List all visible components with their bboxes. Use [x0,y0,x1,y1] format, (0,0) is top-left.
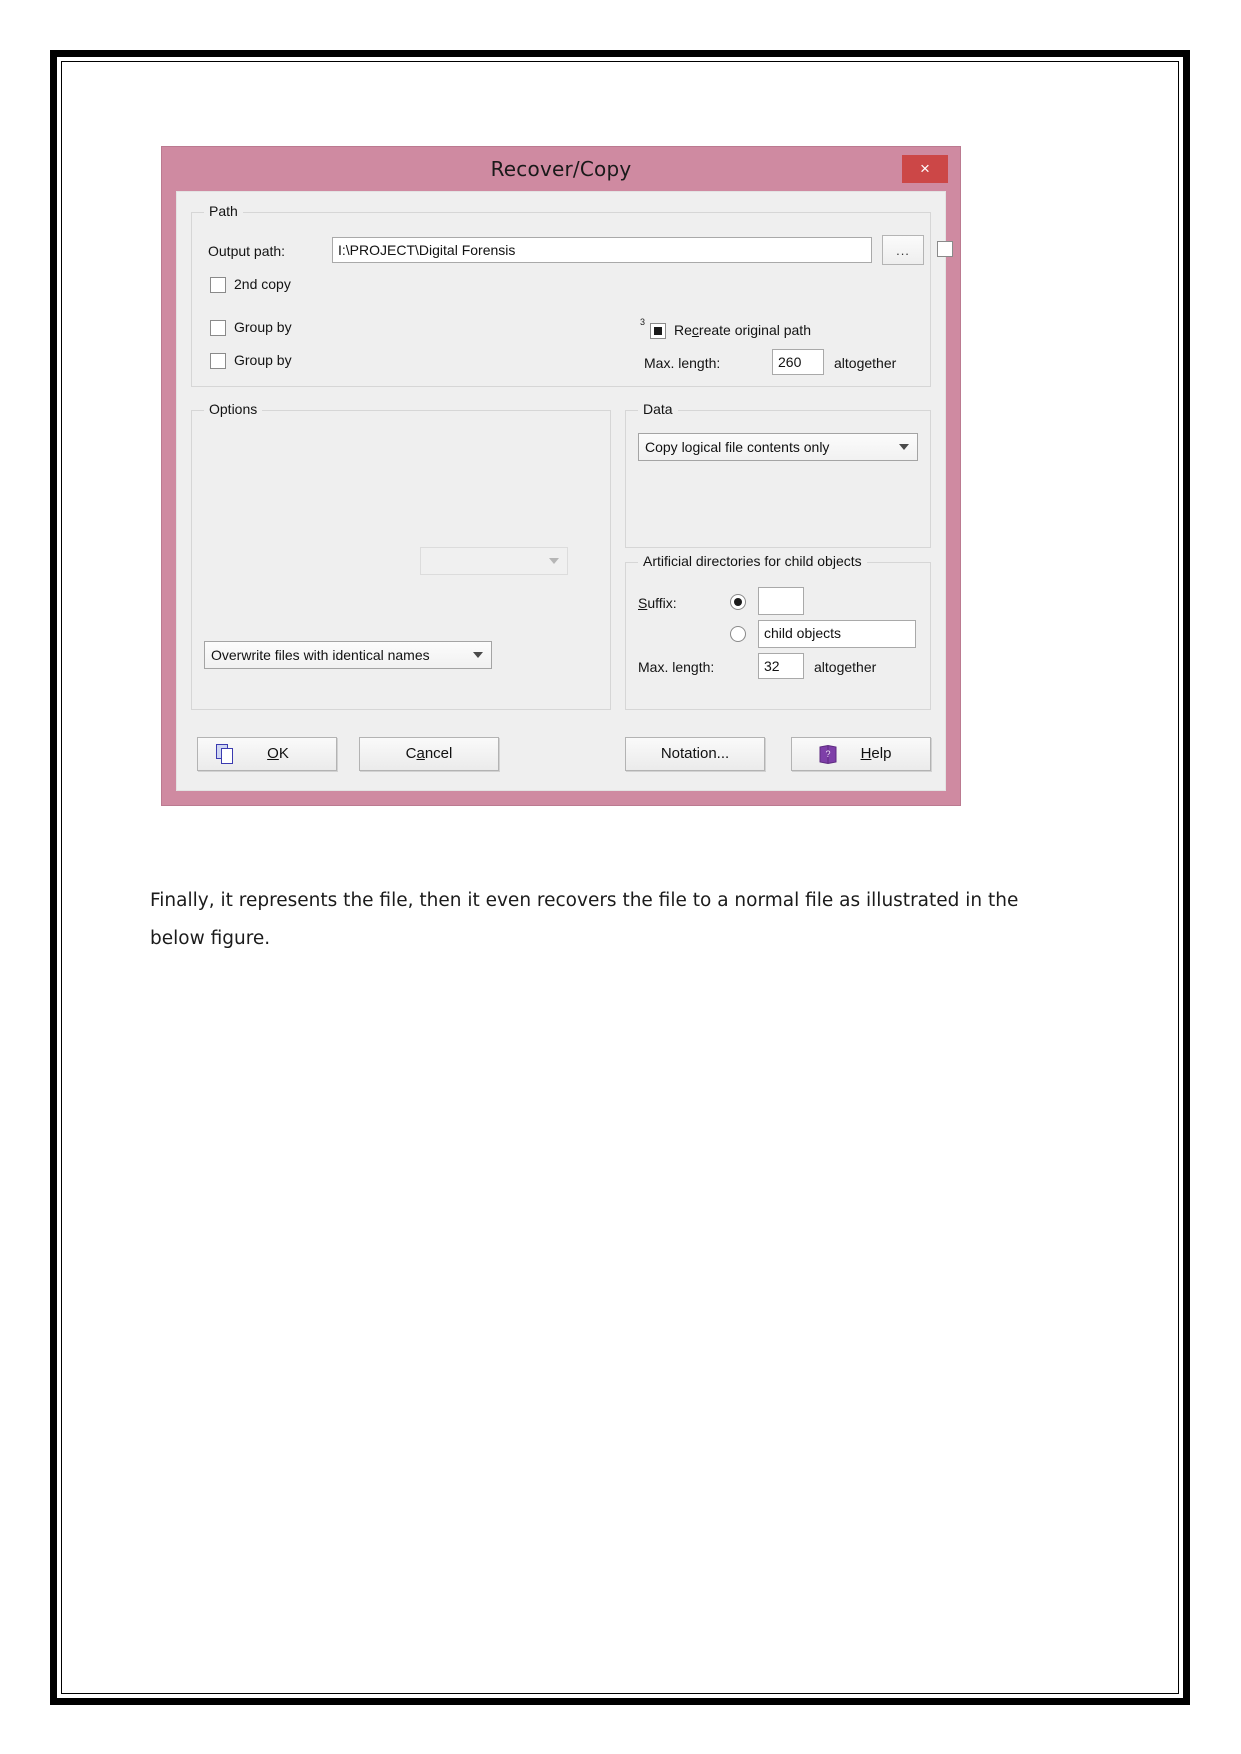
recreate-path-footnote-marker: 3 [640,317,646,327]
cancel-button[interactable]: Cancel [359,737,499,771]
path-altogether-label: altogether [834,355,897,371]
second-copy-label: 2nd copy [234,276,291,292]
dialog-title: Recover/Copy [490,157,632,181]
group-by-1-label: Group by [234,319,292,335]
help-book-icon: ? [818,744,838,765]
options-group-legend: Options [204,401,263,417]
document-page-border-inner: Recover/Copy × Path Output path: I:\PROJ… [61,61,1179,1694]
dialog-body: Path Output path: I:\PROJECT\Digital For… [176,191,953,791]
overwrite-dropdown-value: Overwrite files with identical names [211,647,430,663]
suffix-label: Suffix: [638,595,677,611]
output-path-input[interactable]: I:\PROJECT\Digital Forensis [332,237,872,263]
second-copy-checkbox[interactable] [210,277,226,293]
notation-button[interactable]: Notation... [625,737,765,771]
copy-pages-icon [216,744,236,765]
document-page: Recover/Copy × Path Output path: I:\PROJ… [62,62,1178,1693]
chevron-down-icon [549,558,559,564]
browse-button[interactable]: ... [882,235,924,265]
artdir-max-length-label: Max. length: [638,659,715,675]
data-copy-mode-value: Copy logical file contents only [645,439,830,455]
suffix-custom-input[interactable] [758,587,804,615]
data-group-legend: Data [638,401,678,417]
suffix-custom-radio[interactable] [730,594,746,610]
browse-extra-checkbox[interactable] [937,241,953,257]
close-icon[interactable]: × [902,155,948,183]
output-path-label: Output path: [208,243,286,259]
overwrite-dropdown[interactable]: Overwrite files with identical names [204,641,492,669]
artdir-max-length-input[interactable]: 32 [758,653,804,679]
suffix-child-objects-input[interactable]: child objects [758,620,916,648]
dialog-titlebar: Recover/Copy × [162,147,960,191]
help-button[interactable]: ? Help [791,737,931,771]
group-by-1-checkbox[interactable] [210,320,226,336]
svg-text:?: ? [825,749,830,759]
data-group: Data Copy logical file contents only [625,401,931,548]
path-group: Path Output path: I:\PROJECT\Digital For… [191,203,953,387]
chevron-down-icon [473,652,483,658]
document-page-border-outer: Recover/Copy × Path Output path: I:\PROJ… [50,50,1190,1705]
recover-copy-dialog: Recover/Copy × Path Output path: I:\PROJ… [162,147,960,805]
artificial-directories-group: Artificial directories for child objects… [625,553,931,710]
path-max-length-label: Max. length: [644,355,721,371]
data-copy-mode-dropdown[interactable]: Copy logical file contents only [638,433,918,461]
chevron-down-icon [899,444,909,450]
group-by-2-checkbox[interactable] [210,353,226,369]
artdir-altogether-label: altogether [814,659,877,675]
body-paragraph: Finally, it represents the file, then it… [150,890,1019,949]
suffix-child-objects-radio[interactable] [730,626,746,642]
group-by-2-label: Group by [234,352,292,368]
options-group: Options Overwrite files with identical n… [191,401,611,710]
options-empty-dropdown[interactable] [420,547,568,575]
path-group-legend: Path [204,203,243,219]
ok-button[interactable]: OK [197,737,337,771]
path-max-length-input[interactable]: 260 [772,349,824,375]
recreate-original-path-checkbox[interactable] [650,323,666,339]
artificial-directories-legend: Artificial directories for child objects [638,553,867,569]
recreate-original-path-label: Recreate original path [674,322,811,338]
